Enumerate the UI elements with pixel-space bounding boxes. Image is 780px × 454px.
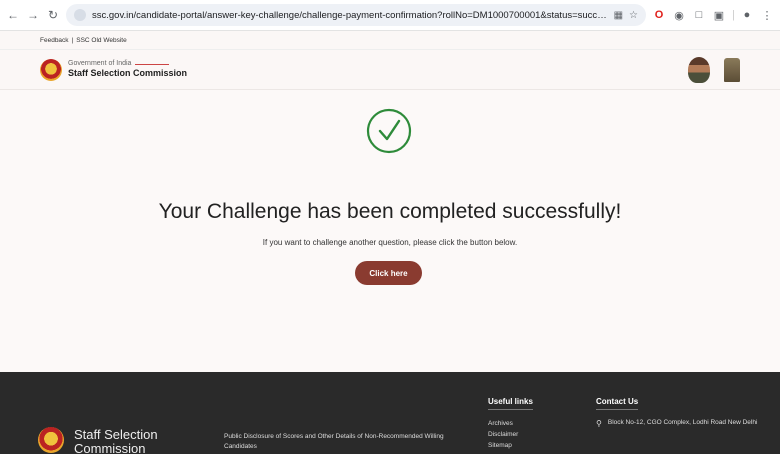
location-pin-icon: ⚲ [596, 419, 602, 428]
menu-icon[interactable]: ⋮ [760, 9, 774, 22]
extensions-puzzle-icon[interactable]: ▣ [712, 9, 726, 22]
confirmation-panel: Your Challenge has been completed succes… [0, 90, 780, 372]
translate-icon[interactable]: ▦ [614, 10, 623, 21]
forward-icon[interactable]: → [26, 8, 40, 22]
profile-icon[interactable]: ● [740, 9, 754, 21]
instruction-text: If you want to challenge another questio… [262, 238, 518, 247]
feedback-link[interactable]: Feedback [40, 37, 69, 44]
org-title: Government of India Staff Selection Comm… [68, 60, 187, 79]
opera-extension-icon[interactable]: O [652, 9, 666, 21]
national-emblem-icon [724, 57, 740, 82]
browser-toolbar: ← → ↻ ssc.gov.in/candidate-portal/answer… [0, 0, 780, 31]
disclosure-link[interactable]: Public Disclosure of Scores and Other De… [224, 432, 464, 452]
site-info-icon[interactable] [74, 9, 86, 21]
ssc-logo-icon[interactable] [40, 58, 62, 81]
top-links-bar: Feedback | SSC Old Website [0, 31, 780, 50]
extension-icon[interactable]: ◉ [672, 9, 686, 22]
site-footer: Staff Selection Commission Public Disclo… [0, 372, 780, 454]
extension-icon[interactable]: □ [692, 9, 706, 21]
old-website-link[interactable]: SSC Old Website [76, 37, 126, 44]
success-headline: Your Challenge has been completed succes… [158, 200, 622, 223]
success-check-icon [366, 108, 412, 154]
gov-label: Government of India [68, 59, 132, 67]
footer-link-disclaimer[interactable]: Disclaimer [488, 429, 533, 440]
click-here-button[interactable]: Click here [355, 261, 422, 285]
bookmark-star-icon[interactable]: ☆ [629, 10, 638, 21]
contact-heading: Contact Us [596, 397, 639, 410]
address-text: Block No-12, CGO Complex, Lodhi Road New… [607, 419, 758, 426]
url-text[interactable]: ssc.gov.in/candidate-portal/answer-key-c… [92, 10, 608, 21]
footer-ssc-logo-icon [38, 427, 64, 453]
contact-address: ⚲ Block No-12, CGO Complex, Lodhi Road N… [596, 418, 758, 429]
site-header: Government of India Staff Selection Comm… [0, 50, 780, 90]
footer-brand: Staff Selection Commission [74, 427, 158, 454]
contact-section: Contact Us ⚲ Block No-12, CGO Complex, L… [596, 391, 758, 429]
footer-link-sitemap[interactable]: Sitemap [488, 440, 533, 451]
address-bar[interactable]: ssc.gov.in/candidate-portal/answer-key-c… [66, 4, 646, 26]
reload-icon[interactable]: ↻ [46, 8, 60, 22]
useful-links-heading: Useful links [488, 397, 533, 410]
user-avatar[interactable] [688, 56, 710, 83]
org-name: Staff Selection Commission [68, 68, 188, 79]
toolbar-divider: | [732, 9, 735, 21]
back-icon[interactable]: ← [6, 8, 20, 22]
useful-links-section: Useful links Archives Disclaimer Sitemap [488, 391, 533, 451]
footer-link-archives[interactable]: Archives [488, 418, 533, 429]
gov-underline [135, 63, 170, 65]
link-separator: | [71, 36, 74, 44]
gov-label-row: Government of India [68, 60, 187, 68]
